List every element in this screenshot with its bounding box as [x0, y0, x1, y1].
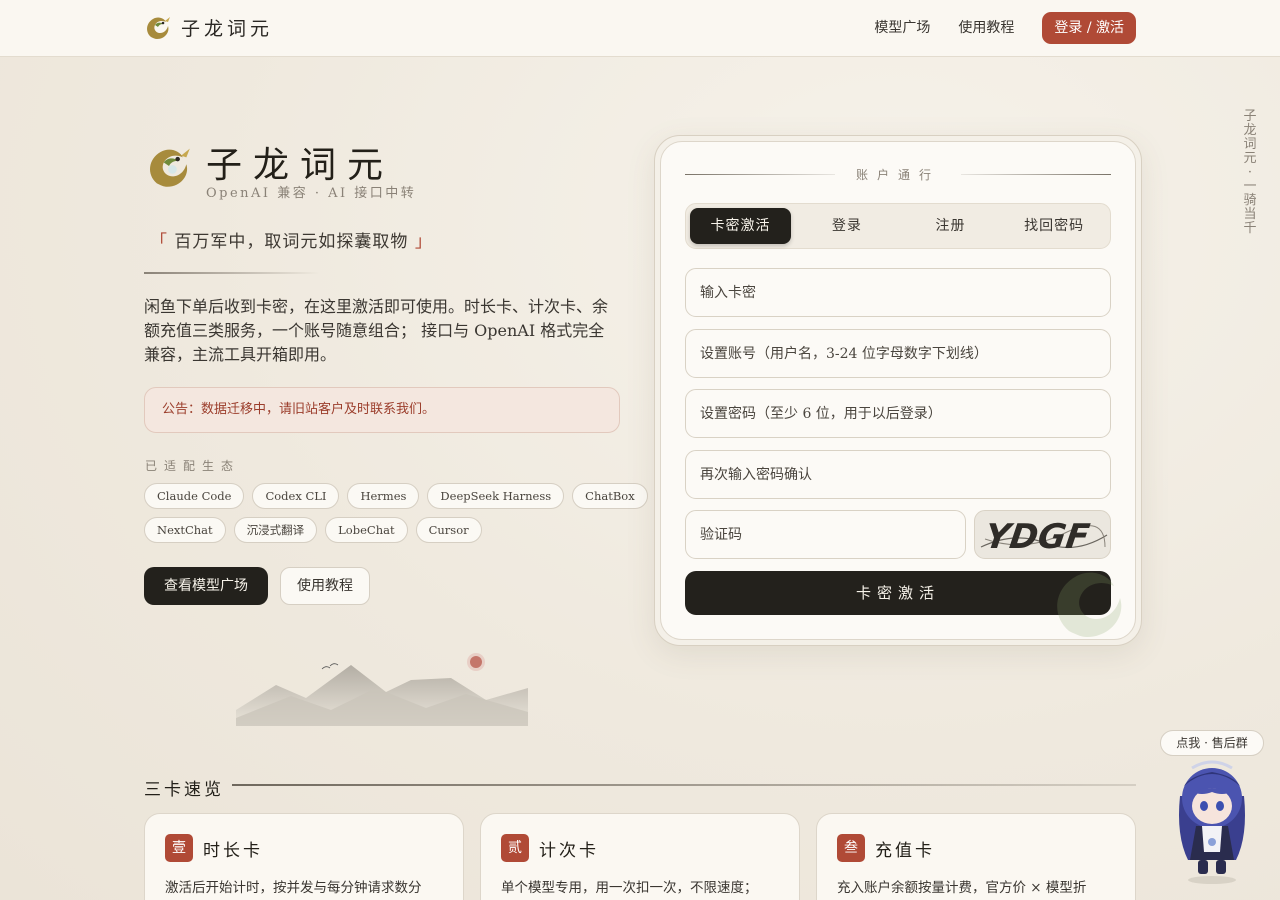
ecosystem-title: 已适配生态: [145, 459, 241, 473]
hero-title: 子龙词元: [206, 145, 395, 186]
ecosystem-chips: Claude Code Codex CLI Hermes DeepSeek Ha…: [144, 483, 648, 551]
top-nav: 模型广场 使用教程 登录 / 激活: [874, 12, 1136, 44]
card-recharge[interactable]: 叁 充值卡 充入账户余额按量计费，官方价 × 模型折: [816, 813, 1136, 900]
chip-chatbox: ChatBox: [572, 483, 648, 509]
captcha-graphic: YDGF: [980, 517, 1108, 557]
chip-claude-code: Claude Code: [144, 483, 245, 509]
tutorial-button[interactable]: 使用教程: [280, 567, 370, 605]
card-duration[interactable]: 壹 时长卡 激活后开始计时，按并发与每分钟请求数分: [144, 813, 464, 900]
captcha-text: YDGF: [983, 517, 1093, 557]
mascot-girl-icon[interactable]: [1162, 756, 1262, 886]
card-title: 时长卡: [203, 841, 263, 861]
tab-card-activate[interactable]: 卡密激活: [690, 208, 791, 244]
hero-slogan: 「 百万军中，取词元如探囊取物 」: [150, 227, 433, 252]
captcha-image[interactable]: YDGF: [974, 510, 1111, 559]
chip-immersive-translate: 沉浸式翻译: [233, 517, 318, 543]
notice-banner: 公告：数据迁移中，请旧站客户及时联系我们。: [144, 387, 620, 433]
chip-row-2: NextChat 沉浸式翻译 LobeChat Cursor: [144, 517, 624, 543]
captcha-input[interactable]: [685, 510, 966, 559]
tab-reset-password[interactable]: 找回密码: [1002, 208, 1106, 244]
card-title: 计次卡: [539, 841, 599, 861]
section-title: 三卡速览: [144, 780, 224, 800]
chip-codex-cli: Codex CLI: [252, 483, 340, 509]
card-badge: 叁: [837, 834, 865, 862]
ink-mountains-illustration: [236, 653, 528, 726]
card-key-input[interactable]: [685, 268, 1111, 317]
auth-tabs: 卡密激活 登录 注册 找回密码: [685, 203, 1111, 249]
chip-lobechat: LobeChat: [325, 517, 408, 543]
nav-login-button[interactable]: 登录 / 激活: [1042, 12, 1136, 44]
hero-subtitle: OpenAI 兼容 · AI 接口中转: [206, 186, 417, 201]
card-count[interactable]: 贰 计次卡 单个模型专用，用一次扣一次，不限速度；: [480, 813, 800, 900]
tab-login[interactable]: 登录: [795, 208, 899, 244]
view-models-button[interactable]: 查看模型广场: [144, 567, 268, 605]
card-text: 充入账户余额按量计费，官方价 × 模型折: [837, 880, 1087, 896]
password-confirm-input[interactable]: [685, 450, 1111, 499]
card-badge: 壹: [165, 834, 193, 862]
hero-description: 闲鱼下单后收到卡密，在这里激活即可使用。时长卡、计次卡、余额充值三类服务，一个账…: [144, 297, 609, 364]
dragon-hero-icon: [150, 148, 190, 187]
top-header: 子龙词元 模型广场 使用教程 登录 / 激活: [0, 0, 1280, 57]
auth-panel: 账户通行 卡密激活 登录 注册 找回密码 YDGF 卡密激活: [660, 141, 1136, 640]
chip-deepseek-harness: DeepSeek Harness: [427, 483, 565, 509]
nav-models-link[interactable]: 模型广场: [874, 12, 930, 44]
brand[interactable]: 子龙词元: [143, 12, 273, 42]
card-text: 激活后开始计时，按并发与每分钟请求数分: [165, 880, 422, 896]
card-text: 单个模型专用，用一次扣一次，不限速度；: [501, 880, 758, 896]
chip-hermes: Hermes: [347, 483, 420, 509]
panel-heading: 账户通行: [685, 166, 1111, 182]
vertical-motto: 子龙词元·一骑当千: [1243, 109, 1257, 236]
slogan-text: 百万军中，取词元如探囊取物: [174, 232, 409, 252]
chip-row-1: Claude Code Codex CLI Hermes DeepSeek Ha…: [144, 483, 648, 509]
card-title: 充值卡: [875, 841, 935, 861]
slogan-open-quote: 「: [150, 232, 168, 252]
slogan-close-quote: 」: [414, 232, 433, 252]
card-badge: 贰: [501, 834, 529, 862]
chip-nextchat: NextChat: [144, 517, 226, 543]
username-input[interactable]: [685, 329, 1111, 378]
dragon-watermark-icon: [1057, 572, 1122, 637]
hero-divider: [144, 272, 320, 274]
nav-tutorial-link[interactable]: 使用教程: [958, 12, 1014, 44]
section-divider: [232, 784, 1136, 786]
brand-name: 子龙词元: [181, 17, 274, 40]
password-input[interactable]: [685, 389, 1111, 438]
chip-cursor: Cursor: [415, 517, 482, 543]
support-group-bubble[interactable]: 点我 · 售后群: [1160, 730, 1264, 756]
dragon-logo-icon: [147, 17, 170, 39]
tab-register[interactable]: 注册: [899, 208, 1003, 244]
